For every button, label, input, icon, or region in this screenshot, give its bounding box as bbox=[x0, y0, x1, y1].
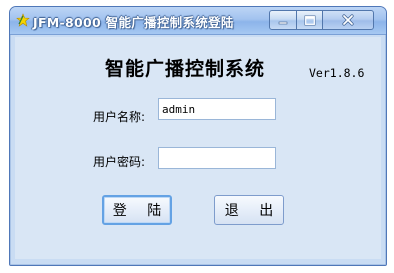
login-window: JFM-8000 智能广播控制系统登陆 智能广播控制系统 Ver1.8.6 用户… bbox=[9, 6, 387, 266]
username-input[interactable] bbox=[158, 98, 276, 120]
app-icon bbox=[16, 13, 30, 27]
minimize-icon bbox=[278, 21, 288, 25]
close-icon bbox=[342, 14, 354, 26]
login-panel: 智能广播控制系统 Ver1.8.6 用户名称: 用户密码: 登 陆 退 出 bbox=[15, 37, 381, 259]
minimize-button[interactable] bbox=[269, 10, 297, 30]
password-input[interactable] bbox=[158, 147, 276, 169]
maximize-button[interactable] bbox=[296, 10, 323, 30]
title-bar[interactable]: JFM-8000 智能广播控制系统登陆 bbox=[10, 7, 386, 35]
login-button[interactable]: 登 陆 bbox=[102, 195, 172, 225]
exit-button[interactable]: 退 出 bbox=[214, 195, 284, 225]
maximize-icon bbox=[304, 15, 315, 25]
version-label: Ver1.8.6 bbox=[309, 66, 365, 80]
system-heading: 智能广播控制系统 bbox=[105, 58, 266, 80]
window-title: JFM-8000 智能广播控制系统登陆 bbox=[33, 15, 234, 30]
close-button[interactable] bbox=[322, 10, 374, 30]
password-label: 用户密码: bbox=[93, 155, 146, 169]
username-label: 用户名称: bbox=[93, 110, 146, 124]
